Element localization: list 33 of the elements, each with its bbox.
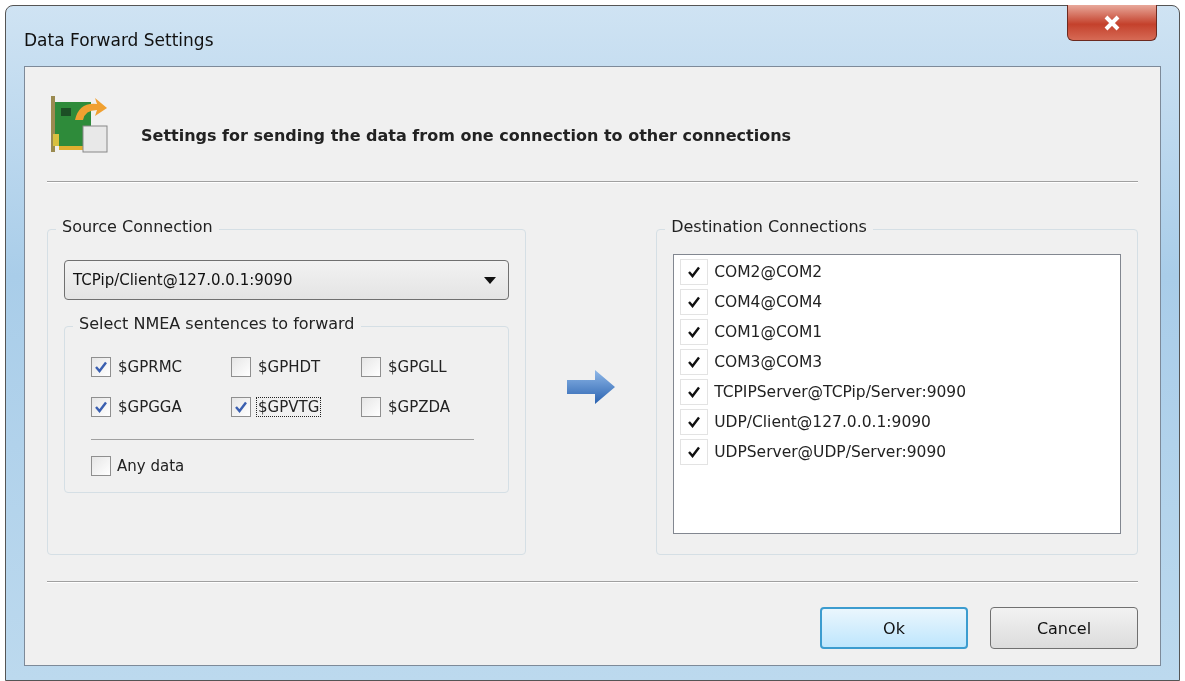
check-icon: [687, 415, 702, 429]
check-icon: [687, 385, 702, 399]
destination-item[interactable]: UDPServer@UDP/Server:9090: [680, 439, 1114, 465]
check-icon: [687, 295, 702, 309]
destination-item[interactable]: UDP/Client@127.0.0.1:9090: [680, 409, 1114, 435]
sentence-checkbox[interactable]: $GPHDT: [231, 357, 361, 377]
dialog-button[interactable]: Cancel: [990, 607, 1138, 649]
sentence-checkbox[interactable]: $GPGLL: [361, 357, 481, 377]
close-icon: [1103, 14, 1121, 31]
check-icon: [234, 400, 248, 414]
sentence-checkbox[interactable]: $GPGGA: [91, 397, 231, 417]
dialog-button[interactable]: Ok: [820, 607, 968, 649]
sentence-checkbox[interactable]: $GPVTG: [231, 397, 361, 417]
destination-item[interactable]: COM4@COM4: [680, 289, 1114, 315]
destination-item[interactable]: COM3@COM3: [680, 349, 1114, 375]
source-dropdown[interactable]: TCPip/Client@127.0.0.1:9090: [64, 260, 509, 300]
check-icon: [687, 355, 702, 369]
sentence-checkbox[interactable]: $GPRMC: [91, 357, 231, 377]
check-icon: [687, 445, 702, 459]
any-data-checkbox[interactable]: Any data: [91, 456, 484, 476]
arrow-right-icon: [567, 370, 615, 404]
check-icon: [687, 265, 702, 279]
destination-item[interactable]: COM1@COM1: [680, 319, 1114, 345]
check-icon: [94, 360, 108, 374]
sentence-checkbox[interactable]: $GPZDA: [361, 397, 481, 417]
header-text: Settings for sending the data from one connection to other connections: [141, 125, 792, 145]
destination-item[interactable]: TCPIPServer@TCPip/Server:9090: [680, 379, 1114, 405]
destination-item[interactable]: COM2@COM2: [680, 259, 1114, 285]
check-icon: [687, 325, 702, 339]
check-icon: [94, 400, 108, 414]
close-button[interactable]: [1067, 5, 1157, 41]
caret-icon: [483, 276, 496, 284]
window-title: Data Forward Settings: [24, 30, 214, 50]
